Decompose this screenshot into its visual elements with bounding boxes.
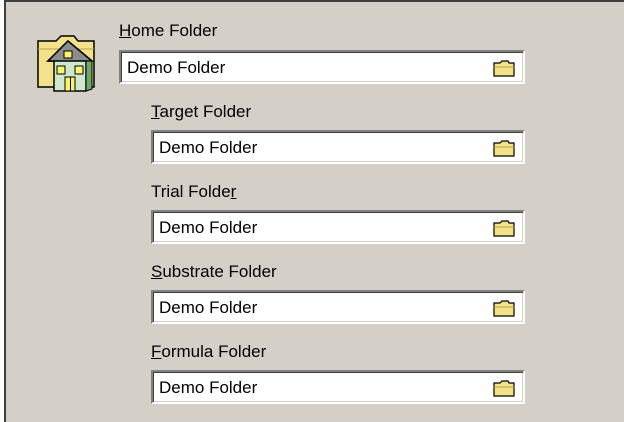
browse-folder-icon[interactable] — [491, 216, 517, 240]
home-folder-value: Demo Folder — [127, 58, 226, 77]
target-folder-label: Target Folder — [151, 102, 252, 121]
formula-folder-value: Demo Folder — [159, 378, 258, 397]
folder-settings-panel: Home Folder Demo Folder Target Folder De… — [4, 0, 624, 422]
target-folder-field[interactable]: Demo Folder — [151, 130, 525, 164]
browse-folder-icon[interactable] — [491, 296, 517, 320]
substrate-folder-value: Demo Folder — [159, 298, 258, 317]
browse-folder-icon[interactable] — [491, 376, 517, 400]
formula-folder-label: Formula Folder — [151, 342, 267, 361]
trial-folder-value: Demo Folder — [159, 218, 258, 237]
browse-folder-icon[interactable] — [491, 136, 517, 160]
substrate-folder-label: Substrate Folder — [151, 262, 277, 281]
formula-folder-field[interactable]: Demo Folder — [151, 370, 525, 404]
home-folder-field[interactable]: Demo Folder — [119, 50, 525, 84]
trial-folder-field[interactable]: Demo Folder — [151, 210, 525, 244]
substrate-folder-field[interactable]: Demo Folder — [151, 290, 525, 324]
trial-folder-label: Trial Folder — [151, 182, 237, 201]
target-folder-value: Demo Folder — [159, 138, 258, 157]
home-folder-icon — [37, 35, 95, 92]
browse-folder-icon[interactable] — [491, 56, 517, 80]
home-folder-label: Home Folder — [119, 21, 218, 40]
